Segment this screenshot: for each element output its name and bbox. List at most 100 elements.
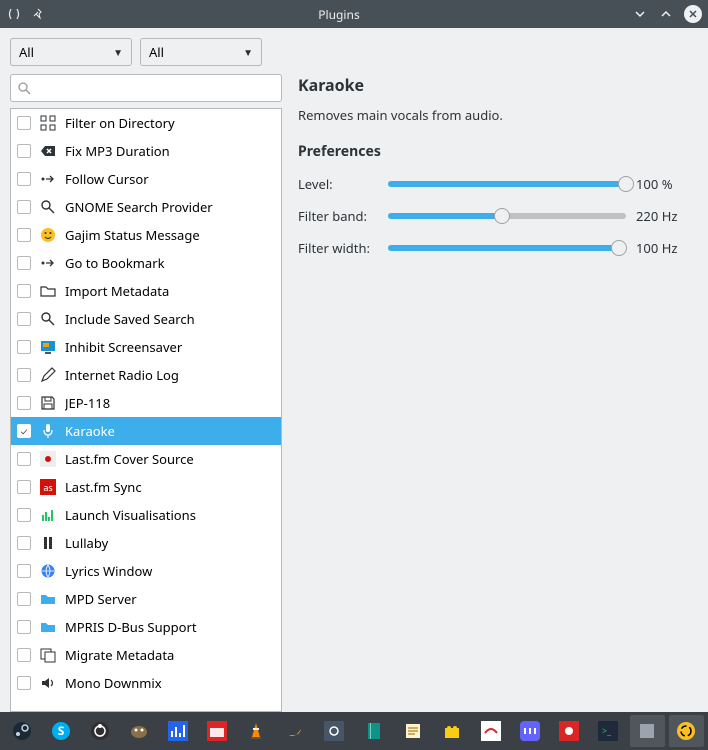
pref-value: 100 Hz [636,239,692,257]
plugin-label: Launch Visualisations [65,506,275,524]
plugin-checkbox[interactable] [17,536,31,550]
plugin-checkbox[interactable] [17,116,31,130]
plugin-list[interactable]: Filter on Directory Fix MP3 Duration Fol… [10,108,282,712]
window-title: Plugins [46,6,632,23]
plugin-row[interactable]: Import Metadata [11,277,281,305]
taskbar-item-obs[interactable] [82,715,117,747]
goto-icon [39,254,57,272]
plugin-row[interactable]: MPD Server [11,585,281,613]
plugin-label: Filter on Directory [65,114,275,132]
window-body: All ▼ All ▼ Filter on Directory Fix MP3 … [0,28,708,712]
left-column: Filter on Directory Fix MP3 Duration Fol… [10,74,282,712]
plugin-row[interactable]: Fix MP3 Duration [11,137,281,165]
plugin-row[interactable]: Inhibit Screensaver [11,333,281,361]
taskbar-item-gimp[interactable] [121,715,156,747]
plugin-label: Lullaby [65,534,275,552]
plugin-checkbox[interactable] [17,256,31,270]
plugin-checkbox[interactable] [17,312,31,326]
taskbar-item-settings[interactable] [317,715,352,747]
taskbar-item-box[interactable] [630,715,665,747]
plugin-row[interactable]: Filter on Directory [11,109,281,137]
pref-row: Level: 100 % [298,175,692,193]
plugin-row[interactable]: JEP-118 [11,389,281,417]
taskbar-item-folder[interactable] [200,715,235,747]
taskbar-item-masto[interactable] [512,715,547,747]
plugin-checkbox[interactable] [17,648,31,662]
filter-combo-right[interactable]: All ▼ [140,38,262,66]
app-menu-icon[interactable] [6,6,22,22]
screensaver-icon [39,338,57,356]
taskbar-item-vis[interactable] [160,715,195,747]
plugin-checkbox[interactable] [17,200,31,214]
plugin-row[interactable]: Last.fm Cover Source [11,445,281,473]
taskbar-item-vlc[interactable] [239,715,274,747]
plugin-label: GNOME Search Provider [65,198,275,216]
plugin-label: Mono Downmix [65,674,275,692]
pref-slider[interactable] [388,239,626,257]
plugin-row[interactable]: GNOME Search Provider [11,193,281,221]
taskbar-item-steam[interactable] [4,715,39,747]
minimize-icon[interactable] [632,6,648,22]
taskbar-item-record[interactable] [552,715,587,747]
plugin-checkbox[interactable] [17,564,31,578]
mic-icon [39,422,57,440]
preferences-heading: Preferences [298,142,692,161]
plugin-checkbox[interactable] [17,592,31,606]
backspace-icon [39,142,57,160]
plugin-row[interactable]: Lyrics Window [11,557,281,585]
plugin-checkbox[interactable] [17,284,31,298]
plugin-row[interactable]: Gajim Status Message [11,221,281,249]
taskbar-item-spin[interactable] [669,715,704,747]
plugin-checkbox[interactable] [17,172,31,186]
plugin-label: Follow Cursor [65,170,275,188]
plugin-row[interactable]: Go to Bookmark [11,249,281,277]
plugin-row[interactable]: Include Saved Search [11,305,281,333]
plugin-checkbox[interactable] [17,480,31,494]
preferences-container: Level: 100 % Filter band: 220 Hz Filter … [298,175,692,257]
filter-combo-right-label: All [149,43,164,61]
plugin-checkbox[interactable] [17,340,31,354]
plugin-row[interactable]: Follow Cursor [11,165,281,193]
plugin-label: MPRIS D-Bus Support [65,618,275,636]
plugin-checkbox[interactable] [17,144,31,158]
plugin-checkbox[interactable] [17,620,31,634]
close-icon[interactable]: ✕ [684,5,702,23]
plugin-row[interactable]: Lullaby [11,529,281,557]
taskbar-item-lego[interactable] [434,715,469,747]
pref-slider[interactable] [388,175,626,193]
plugin-row[interactable]: MPRIS D-Bus Support [11,613,281,641]
plugin-checkbox[interactable] [17,508,31,522]
plugin-label: Import Metadata [65,282,275,300]
taskbar-item-terminal[interactable]: >_ [591,715,626,747]
plugin-checkbox[interactable] [17,452,31,466]
filter-combo-left[interactable]: All ▼ [10,38,132,66]
plugin-label: Go to Bookmark [65,254,275,272]
plugin-checkbox[interactable] [17,368,31,382]
plugin-row[interactable]: Migrate Metadata [11,641,281,669]
plugin-checkbox[interactable] [17,676,31,690]
plugin-row[interactable]: Internet Radio Log [11,361,281,389]
plugin-row[interactable]: Mono Downmix [11,669,281,697]
search-input[interactable] [10,74,282,102]
taskbar-item-banana[interactable] [278,715,313,747]
plugin-row[interactable]: as Last.fm Sync [11,473,281,501]
filter-bar: All ▼ All ▼ [10,38,698,66]
lastfm1-icon [39,450,57,468]
plugin-row[interactable]: Launch Visualisations [11,501,281,529]
detail-panel: Karaoke Removes main vocals from audio. … [292,74,698,712]
taskbar-item-skype[interactable]: S [43,715,78,747]
maximize-icon[interactable] [658,6,674,22]
taskbar-item-book[interactable] [356,715,391,747]
chevron-down-icon: ▼ [113,45,123,59]
plugin-checkbox[interactable] [17,424,31,438]
pref-slider[interactable] [388,207,626,225]
plugin-row[interactable]: Karaoke [11,417,281,445]
folder-icon [39,282,57,300]
smile-icon [39,226,57,244]
pin-icon[interactable] [30,6,46,22]
plugin-checkbox[interactable] [17,228,31,242]
plugin-checkbox[interactable] [17,396,31,410]
taskbar-item-notes[interactable] [395,715,430,747]
pref-value: 220 Hz [636,207,692,225]
taskbar-item-draw[interactable] [473,715,508,747]
